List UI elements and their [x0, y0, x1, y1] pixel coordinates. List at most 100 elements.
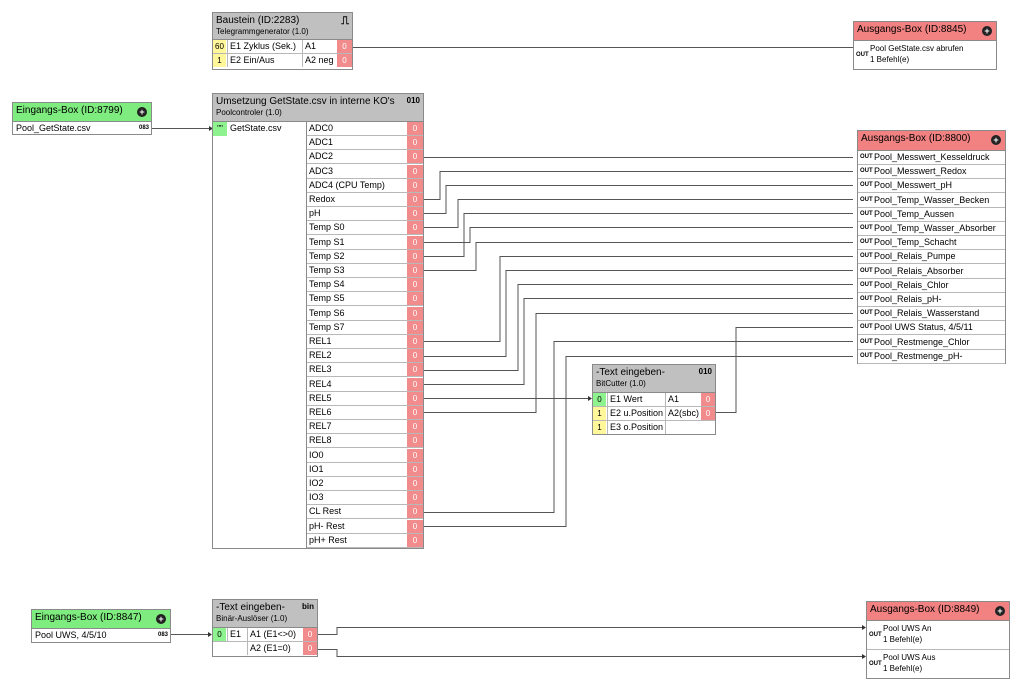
output-row[interactable]: Temp S4 0	[307, 278, 423, 293]
output-item[interactable]: OUT Pool_Relais_Chlor	[858, 279, 1005, 293]
output-item[interactable]: OUT Pool_Restmenge_Chlor	[858, 336, 1005, 350]
output-item[interactable]: OUT Pool_Relais_Absorber	[858, 265, 1005, 279]
output-row[interactable]: Temp S1 0	[307, 235, 423, 250]
add-icon[interactable]: +	[156, 614, 166, 624]
output-row[interactable]: ADC1 0	[307, 136, 423, 151]
item-count: 1 Befehl(e)	[883, 635, 923, 644]
output-item[interactable]: OUT Pool_Relais_Wasserstand	[858, 307, 1005, 322]
item-label: Pool_Messwert_Kesseldruck	[874, 152, 990, 162]
output-row[interactable]: Temp S2 0	[307, 249, 423, 264]
output-row[interactable]: ADC4 (CPU Temp) 0	[307, 178, 423, 193]
input-value[interactable]: 1	[213, 54, 226, 67]
output-row[interactable]: REL3 0	[307, 363, 423, 378]
block-header[interactable]: -Text eingeben- BitCutter (1.0) 010	[593, 365, 715, 393]
output-item[interactable]: OUT Pool_Temp_Wasser_Becken	[858, 194, 1005, 208]
output-label: IO3	[309, 492, 324, 503]
add-icon[interactable]: +	[982, 26, 992, 36]
block-header[interactable]: Baustein (ID:2283) Telegrammgenerator (1…	[213, 13, 352, 40]
output-label: A1	[302, 40, 337, 53]
output-label: CL Rest	[309, 506, 342, 517]
output-item[interactable]: OUT Pool UWS Status, 4/5/11	[858, 321, 1005, 336]
input-value[interactable]: 1	[593, 407, 606, 420]
output-row[interactable]: IO3 0	[307, 491, 423, 506]
output-row[interactable]: pH 0	[307, 207, 423, 222]
input-value[interactable]: 0	[593, 393, 606, 406]
output-row[interactable]: Temp S0 0	[307, 221, 423, 236]
input-value[interactable]: 60	[213, 40, 226, 53]
input-value[interactable]: 0	[213, 628, 226, 641]
box-header[interactable]: Ausgangs-Box (ID:8849) +	[867, 602, 1009, 621]
output-row-a2[interactable]: A2 (E1=0) 0	[213, 642, 317, 656]
output-row[interactable]: REL5 0	[307, 391, 423, 406]
output-row[interactable]: ADC2 0	[307, 150, 423, 165]
input-value[interactable]: ""	[213, 122, 227, 136]
add-icon[interactable]: +	[995, 606, 1005, 616]
output-item[interactable]: OUT Pool_Messwert_pH	[858, 179, 1005, 194]
output-item[interactable]: OUT Pool UWS An 1 Befehl(e)	[867, 621, 1009, 650]
output-item[interactable]: OUT Pool_Restmenge_pH-	[858, 350, 1005, 364]
eingangs-box-8799[interactable]: Eingangs-Box (ID:8799) + Pool_GetState.c…	[12, 102, 152, 135]
output-row[interactable]: Temp S3 0	[307, 264, 423, 278]
output-item[interactable]: OUT Pool_Messwert_Kesseldruck	[858, 151, 1005, 165]
item-label: Pool_Relais_Absorber	[874, 265, 964, 276]
output-row[interactable]: Temp S6 0	[307, 306, 423, 321]
input-row-e1[interactable]: 0 E1 Wert A1 0	[593, 393, 715, 407]
ausgangs-box-8845[interactable]: Ausgangs-Box (ID:8845) + OUT Pool GetSta…	[853, 21, 997, 70]
output-item[interactable]: OUT Pool GetState.csv abrufen 1 Befehl(e…	[854, 41, 996, 69]
ausgangs-box-8849[interactable]: Ausgangs-Box (ID:8849) + OUT Pool UWS An…	[866, 601, 1010, 679]
output-value: 0	[407, 292, 423, 306]
block-header[interactable]: Umsetzung GetState.csv in interne KO's P…	[213, 94, 423, 122]
output-row[interactable]: CL Rest 0	[307, 505, 423, 520]
output-row[interactable]: REL4 0	[307, 377, 423, 392]
output-list: ADC0 0 ADC1 0 ADC2 0 ADC3 0 ADC4 (CPU Temp) 0 Redo…	[307, 122, 423, 548]
binaer-ausloeser-block[interactable]: -Text eingeben- Binär-Auslöser (1.0) bin…	[212, 599, 318, 657]
output-row[interactable]: pH- Rest 0	[307, 519, 423, 534]
output-row[interactable]: REL7 0	[307, 420, 423, 435]
box-header[interactable]: Eingangs-Box (ID:8799) +	[13, 103, 151, 122]
output-row[interactable]: Temp S7 0	[307, 320, 423, 335]
input-row-e2[interactable]: 1 E2 Ein/Aus A2 neg 0	[213, 54, 352, 68]
block-header[interactable]: -Text eingeben- Binär-Auslöser (1.0) bin	[213, 600, 317, 628]
output-row[interactable]: ADC0 0	[307, 122, 423, 136]
output-item[interactable]: OUT Pool UWS Aus 1 Befehl(e)	[867, 650, 1009, 678]
output-row[interactable]: Redox 0	[307, 193, 423, 207]
item-label: Pool_Messwert_pH	[874, 180, 953, 191]
telegramm-generator-block[interactable]: Baustein (ID:2283) Telegrammgenerator (1…	[212, 12, 353, 70]
bitcutter-block[interactable]: -Text eingeben- BitCutter (1.0) 010 0 E1…	[592, 364, 716, 435]
ausgangs-box-8800[interactable]: Ausgangs-Box (ID:8800) + OUT Pool_Messwer…	[857, 130, 1006, 364]
box-header[interactable]: Eingangs-Box (ID:8847) +	[32, 610, 170, 629]
input-row-e1[interactable]: 0 E1 A1 (E1<>0) 0	[213, 628, 317, 642]
output-item[interactable]: OUT Pool_Relais_pH-	[858, 293, 1005, 307]
eingangs-box-8847[interactable]: Eingangs-Box (ID:8847) + Pool UWS, 4/5/1…	[31, 609, 171, 643]
output-row[interactable]: IO2 0	[307, 477, 423, 491]
input-value[interactable]: 1	[593, 421, 606, 434]
output-label: REL5	[309, 392, 332, 403]
output-item[interactable]: OUT Pool_Temp_Aussen	[858, 208, 1005, 222]
output-row[interactable]: REL6 0	[307, 406, 423, 420]
box-header[interactable]: Ausgangs-Box (ID:8800) +	[858, 131, 1005, 151]
output-row[interactable]: REL8 0	[307, 434, 423, 449]
output-value: 0	[407, 349, 423, 363]
input-row-e3[interactable]: 1 E3 o.Position	[593, 421, 715, 435]
output-item[interactable]: OUT Pool_Temp_Wasser_Absorber	[858, 222, 1005, 236]
output-item[interactable]: OUT Pool_Temp_Schacht	[858, 236, 1005, 251]
output-row[interactable]: ADC3 0	[307, 164, 423, 179]
output-row[interactable]: Temp S5 0	[307, 292, 423, 307]
input-item[interactable]: Pool_GetState.csv 083	[13, 122, 151, 136]
output-item[interactable]: OUT Pool_Messwert_Redox	[858, 165, 1005, 180]
output-label: A2 (E1=0)	[247, 642, 303, 655]
output-row[interactable]: pH+ Rest 0	[307, 533, 423, 548]
output-row[interactable]: IO0 0	[307, 448, 423, 463]
box-header[interactable]: Ausgangs-Box (ID:8845) +	[854, 22, 996, 41]
output-label: REL1	[309, 336, 332, 346]
input-row-e2[interactable]: 1 E2 u.Position A2(sbc) 0	[593, 407, 715, 421]
add-icon[interactable]: +	[991, 135, 1001, 145]
output-item[interactable]: OUT Pool_Relais_Pumpe	[858, 250, 1005, 265]
output-row[interactable]: IO1 0	[307, 462, 423, 477]
poolcontroler-block[interactable]: Umsetzung GetState.csv in interne KO's P…	[212, 93, 424, 549]
input-row-e1[interactable]: 60 E1 Zyklus (Sek.) A1 0	[213, 40, 352, 54]
output-row[interactable]: REL2 0	[307, 349, 423, 364]
output-row[interactable]: REL1 0	[307, 335, 423, 349]
add-icon[interactable]: +	[137, 107, 147, 117]
input-item[interactable]: Pool UWS, 4/5/10 083	[32, 629, 170, 643]
